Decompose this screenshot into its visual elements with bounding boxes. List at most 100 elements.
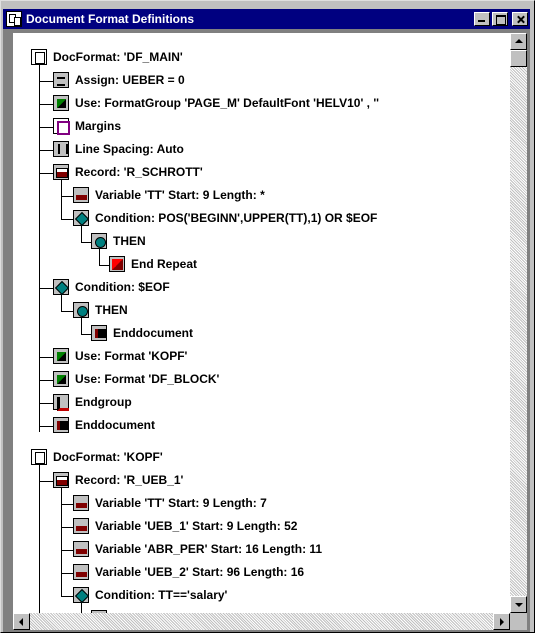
format-tree[interactable]: DocFormat: 'DF_MAIN' Assign: UEBER = 0 Use…: [13, 33, 510, 613]
tree-node[interactable]: Margins: [53, 115, 121, 137]
docformat-icon: [31, 49, 47, 65]
tree-connector: [61, 550, 73, 551]
tree-node-label: Enddocument: [113, 326, 193, 340]
condition-icon: [73, 587, 89, 603]
tree-node-label: Variable 'TT' Start: 9 Length: 7: [95, 496, 267, 510]
title-bar[interactable]: Document Format Definitions: [3, 9, 530, 29]
tree-connector: [39, 403, 53, 404]
use-icon: [53, 348, 69, 364]
endgroup-icon: [53, 394, 69, 411]
scroll-down-button[interactable]: [510, 596, 527, 613]
use-icon: [53, 371, 69, 387]
tree-connector: [39, 464, 40, 613]
tree-node[interactable]: THEN: [91, 230, 146, 252]
tree-node[interactable]: Variable 'TT' Start: 9 Length: 7: [73, 492, 267, 514]
tree-node[interactable]: Use: Format 'DF_BLOCK': [53, 368, 219, 390]
enddoc-icon: [53, 417, 69, 433]
tree-node[interactable]: Condition: POS('BEGINN',UPPER(TT),1) OR …: [73, 207, 377, 229]
tree-connector: [39, 481, 53, 482]
tree-connector: [39, 150, 53, 151]
tree-node-label: Record: 'R_SCHROTT': [75, 165, 203, 179]
tree-connector: [99, 265, 109, 266]
tree-node[interactable]: Endgroup: [53, 391, 132, 413]
vertical-scroll-thumb[interactable]: [510, 50, 527, 67]
tree-node[interactable]: Enddocument: [53, 414, 155, 436]
tree-node[interactable]: DocFormat: 'DF_MAIN': [31, 46, 183, 68]
assign-icon: [53, 72, 69, 88]
docformat-icon: [31, 449, 47, 465]
then-icon: [73, 302, 89, 318]
document-icon[interactable]: [6, 11, 22, 27]
tree-node[interactable]: Assign: UEBER = 0: [53, 69, 185, 91]
tree-node[interactable]: Variable 'TT' Start: 9 Length: *: [73, 184, 265, 206]
minimize-button[interactable]: [474, 12, 490, 26]
tree-node[interactable]: Condition: $EOF: [53, 276, 170, 298]
variable-icon: [73, 564, 89, 580]
tree-node-label: THEN: [95, 303, 128, 317]
tree-node[interactable]: Variable 'UEB_1' Start: 9 Length: 52: [73, 515, 297, 537]
size-grip: [510, 613, 527, 630]
tree-node-label: Condition: POS('BEGINN',UPPER(TT),1) OR …: [95, 211, 378, 225]
scroll-left-button[interactable]: [13, 613, 30, 630]
condition-icon: [53, 279, 69, 295]
tree-connector: [39, 173, 53, 174]
tree-connector: [81, 242, 91, 243]
tree-node[interactable]: Enddocument: [91, 322, 193, 344]
tree-node[interactable]: Variable 'ABR_PER' Start: 16 Length: 11: [73, 538, 322, 560]
enddoc-icon: [91, 325, 107, 341]
then-icon: [91, 233, 107, 249]
use-icon: [53, 95, 69, 111]
tree-node-label: Enddocument: [75, 418, 155, 432]
tree-node[interactable]: DocFormat: 'KOPF': [31, 446, 163, 468]
variable-icon: [73, 187, 89, 203]
record-icon: [53, 164, 69, 180]
tree-node-label: DocFormat: 'DF_MAIN': [53, 50, 183, 64]
window-title: Document Format Definitions: [26, 12, 195, 26]
endrepeat-icon: [109, 256, 125, 272]
tree-connector: [61, 179, 62, 219]
variable-icon: [73, 495, 89, 511]
tree-node[interactable]: Use: Format 'KOPF': [53, 345, 187, 367]
tree-node-label: Condition: TT=='salary': [95, 588, 228, 602]
tree-node-label: Assign: UEBER = 0: [75, 73, 185, 87]
tree-node-label: Margins: [75, 119, 122, 133]
tree-connector: [39, 288, 53, 289]
tree-node-label: Condition: $EOF: [75, 280, 170, 294]
tree-node-label: Use: Format 'KOPF': [75, 349, 188, 363]
tree-node[interactable]: Line Spacing: Auto: [53, 138, 184, 160]
scroll-up-icon: [515, 39, 523, 43]
tree-connector: [39, 357, 53, 358]
scroll-right-button[interactable]: [493, 613, 510, 630]
scroll-right-icon: [500, 618, 504, 626]
vertical-scrollbar[interactable]: [510, 33, 527, 613]
tree-connector: [61, 196, 73, 197]
tree-connector: [39, 64, 40, 432]
tree-connector: [39, 81, 53, 82]
maximize-button[interactable]: [492, 12, 508, 26]
tree-node[interactable]: Record: 'R_UEB_1': [53, 469, 183, 491]
tree-node-label: Record: 'R_UEB_1': [75, 473, 184, 487]
tree-node[interactable]: Use: FormatGroup 'PAGE_M' DefaultFont 'H…: [53, 92, 379, 114]
scroll-down-icon: [515, 603, 523, 607]
tree-node[interactable]: THEN: [73, 299, 128, 321]
tree-connector: [61, 573, 73, 574]
linespacing-icon: [53, 141, 69, 157]
document-format-window: Document Format Definitions DocFormat: '…: [0, 0, 535, 633]
variable-icon: [73, 518, 89, 534]
tree-node-label: End Repeat: [131, 257, 198, 271]
tree-node[interactable]: Variable 'UEB_2' Start: 96 Length: 16: [73, 561, 304, 583]
tree-node[interactable]: End Repeat: [109, 253, 197, 275]
tree-connector: [61, 596, 73, 597]
close-button[interactable]: [512, 12, 528, 26]
tree-node[interactable]: Condition: TT=='salary': [73, 584, 227, 606]
tree-node[interactable]: Record: 'R_SCHROTT': [53, 161, 203, 183]
tree-node-label: Line Spacing: Auto: [75, 142, 184, 156]
variable-icon: [73, 541, 89, 557]
tree-node-label: Variable 'TT' Start: 9 Length: *: [95, 188, 265, 202]
scroll-up-button[interactable]: [510, 33, 527, 50]
horizontal-scrollbar[interactable]: [13, 613, 510, 630]
tree-node-label: Variable 'UEB_2' Start: 96 Length: 16: [95, 565, 305, 579]
tree-node-label: Use: FormatGroup 'PAGE_M' DefaultFont 'H…: [75, 96, 380, 110]
tree-connector: [39, 104, 53, 105]
tree-node-label: Variable 'ABR_PER' Start: 16 Length: 11: [95, 542, 323, 556]
